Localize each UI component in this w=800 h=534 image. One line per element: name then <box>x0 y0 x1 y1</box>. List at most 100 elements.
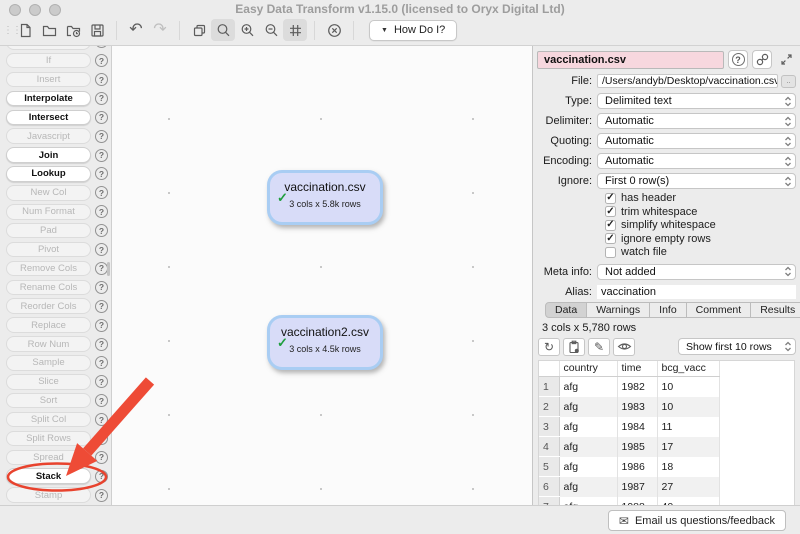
sidebar-item-pad[interactable]: Pad <box>6 223 91 239</box>
sidebar-item-row-num[interactable]: Row Num <box>6 336 91 352</box>
file-path-field[interactable]: /Users/andyb/Desktop/vaccination.csv <box>597 74 778 88</box>
node-vaccination2-csv[interactable]: ✓ vaccination2.csv 3 cols x 4.5k rows <box>267 315 383 370</box>
simplify-whitespace-checkbox[interactable]: ✓ <box>605 220 616 231</box>
table-cell[interactable]: afg <box>559 477 617 497</box>
sidebar-item-insert[interactable]: Insert <box>6 72 91 88</box>
quoting-select[interactable]: Automatic <box>597 133 796 149</box>
table-cell[interactable]: 11 <box>657 417 719 437</box>
edit-button[interactable]: ✎ <box>588 338 610 356</box>
column-header[interactable]: time <box>617 361 657 377</box>
browse-button[interactable]: .. <box>781 75 796 88</box>
help-icon[interactable]: ? <box>95 394 108 407</box>
sidebar-item-header[interactable]: Header <box>6 46 91 50</box>
table-cell[interactable]: 18 <box>657 457 719 477</box>
sidebar-item-stamp[interactable]: Stamp <box>6 487 91 503</box>
sidebar-item-slice[interactable]: Slice <box>6 374 91 390</box>
select-zoom-button[interactable] <box>211 19 235 41</box>
help-icon[interactable]: ? <box>95 46 108 48</box>
help-icon[interactable]: ? <box>95 356 108 369</box>
table-cell[interactable]: 1986 <box>617 457 657 477</box>
how-do-i-button[interactable]: ▼How Do I? <box>369 20 457 41</box>
sidebar-item-new-col[interactable]: New Col <box>6 185 91 201</box>
sidebar-scrollbar[interactable] <box>107 262 110 276</box>
email-feedback-button[interactable]: ✉ Email us questions/feedback <box>608 510 786 531</box>
sidebar-item-sort[interactable]: Sort <box>6 393 91 409</box>
help-icon[interactable]: ? <box>95 281 108 294</box>
cancel-button[interactable] <box>322 19 346 41</box>
sidebar-item-intersect[interactable]: Intersect <box>6 110 91 126</box>
sidebar-item-split-rows[interactable]: Split Rows <box>6 431 91 447</box>
table-cell[interactable]: 10 <box>657 397 719 417</box>
table-cell[interactable]: 10 <box>657 377 719 397</box>
toggle-grid-button[interactable] <box>283 19 307 41</box>
undo-button[interactable]: ↶ <box>124 19 148 41</box>
sidebar-item-split-col[interactable]: Split Col <box>6 412 91 428</box>
trim-whitespace-checkbox[interactable]: ✓ <box>605 206 616 217</box>
help-button[interactable]: ? <box>728 50 748 69</box>
sidebar-item-rename-cols[interactable]: Rename Cols <box>6 280 91 296</box>
help-icon[interactable]: ? <box>95 130 108 143</box>
refresh-button[interactable]: ↻ <box>538 338 560 356</box>
sidebar-item-replace[interactable]: Replace <box>6 317 91 333</box>
help-icon[interactable]: ? <box>95 432 108 445</box>
help-icon[interactable]: ? <box>95 451 108 464</box>
help-icon[interactable]: ? <box>95 167 108 180</box>
table-cell[interactable]: 27 <box>657 477 719 497</box>
help-icon[interactable]: ? <box>95 186 108 199</box>
save-button[interactable] <box>85 19 109 41</box>
help-icon[interactable]: ? <box>95 319 108 332</box>
help-icon[interactable]: ? <box>95 470 108 483</box>
ignore-rows-stepper[interactable]: First 0 row(s) <box>597 173 796 189</box>
sidebar-item-stack[interactable]: Stack <box>6 468 91 484</box>
help-icon[interactable]: ? <box>95 375 108 388</box>
duplicate-button[interactable] <box>187 19 211 41</box>
table-cell[interactable]: afg <box>559 377 617 397</box>
help-icon[interactable]: ? <box>95 300 108 313</box>
table-cell[interactable]: 1987 <box>617 477 657 497</box>
help-icon[interactable]: ? <box>95 413 108 426</box>
table-cell[interactable]: 40 <box>657 497 719 506</box>
meta-info-select[interactable]: Not added <box>597 264 796 280</box>
tab-info[interactable]: Info <box>650 302 687 318</box>
zoom-in-button[interactable] <box>235 19 259 41</box>
table-cell[interactable]: afg <box>559 497 617 506</box>
link-button[interactable] <box>752 50 772 69</box>
table-cell[interactable]: afg <box>559 417 617 437</box>
sidebar-item-sample[interactable]: Sample <box>6 355 91 371</box>
help-icon[interactable]: ? <box>95 149 108 162</box>
item-name-field[interactable]: vaccination.csv <box>537 51 724 69</box>
expand-button[interactable] <box>776 50 796 69</box>
redo-button[interactable]: ↷ <box>148 19 172 41</box>
table-cell[interactable]: afg <box>559 437 617 457</box>
delimiter-select[interactable]: Automatic <box>597 113 796 129</box>
alias-field[interactable]: vaccination <box>597 285 796 299</box>
help-icon[interactable]: ? <box>95 489 108 502</box>
help-icon[interactable]: ? <box>95 338 108 351</box>
node-vaccination-csv[interactable]: ✓ vaccination.csv 3 cols x 5.8k rows <box>267 170 383 225</box>
help-icon[interactable]: ? <box>95 73 108 86</box>
zoom-out-button[interactable] <box>259 19 283 41</box>
table-cell[interactable]: 1988 <box>617 497 657 506</box>
sidebar-item-remove-cols[interactable]: Remove Cols <box>6 261 91 277</box>
show-rows-select[interactable]: Show first 10 rows <box>678 338 796 355</box>
help-icon[interactable]: ? <box>95 243 108 256</box>
table-cell[interactable]: 1983 <box>617 397 657 417</box>
new-document-button[interactable] <box>13 19 37 41</box>
preview-button[interactable] <box>613 338 635 356</box>
table-cell[interactable]: afg <box>559 457 617 477</box>
tab-comment[interactable]: Comment <box>687 302 752 318</box>
sidebar-item-pivot[interactable]: Pivot <box>6 242 91 258</box>
has-header-checkbox[interactable]: ✓ <box>605 193 616 204</box>
watch-file-checkbox[interactable] <box>605 247 616 258</box>
help-icon[interactable]: ? <box>95 111 108 124</box>
tab-results[interactable]: Results <box>751 302 800 318</box>
sidebar-item-num-format[interactable]: Num Format <box>6 204 91 220</box>
encoding-select[interactable]: Automatic <box>597 153 796 169</box>
sidebar-item-join[interactable]: Join <box>6 147 91 163</box>
sidebar-item-reorder-cols[interactable]: Reorder Cols <box>6 298 91 314</box>
sidebar-item-interpolate[interactable]: Interpolate <box>6 91 91 107</box>
help-icon[interactable]: ? <box>95 54 108 67</box>
sidebar-item-lookup[interactable]: Lookup <box>6 166 91 182</box>
copy-to-clipboard-button[interactable] <box>563 338 585 356</box>
help-icon[interactable]: ? <box>95 205 108 218</box>
